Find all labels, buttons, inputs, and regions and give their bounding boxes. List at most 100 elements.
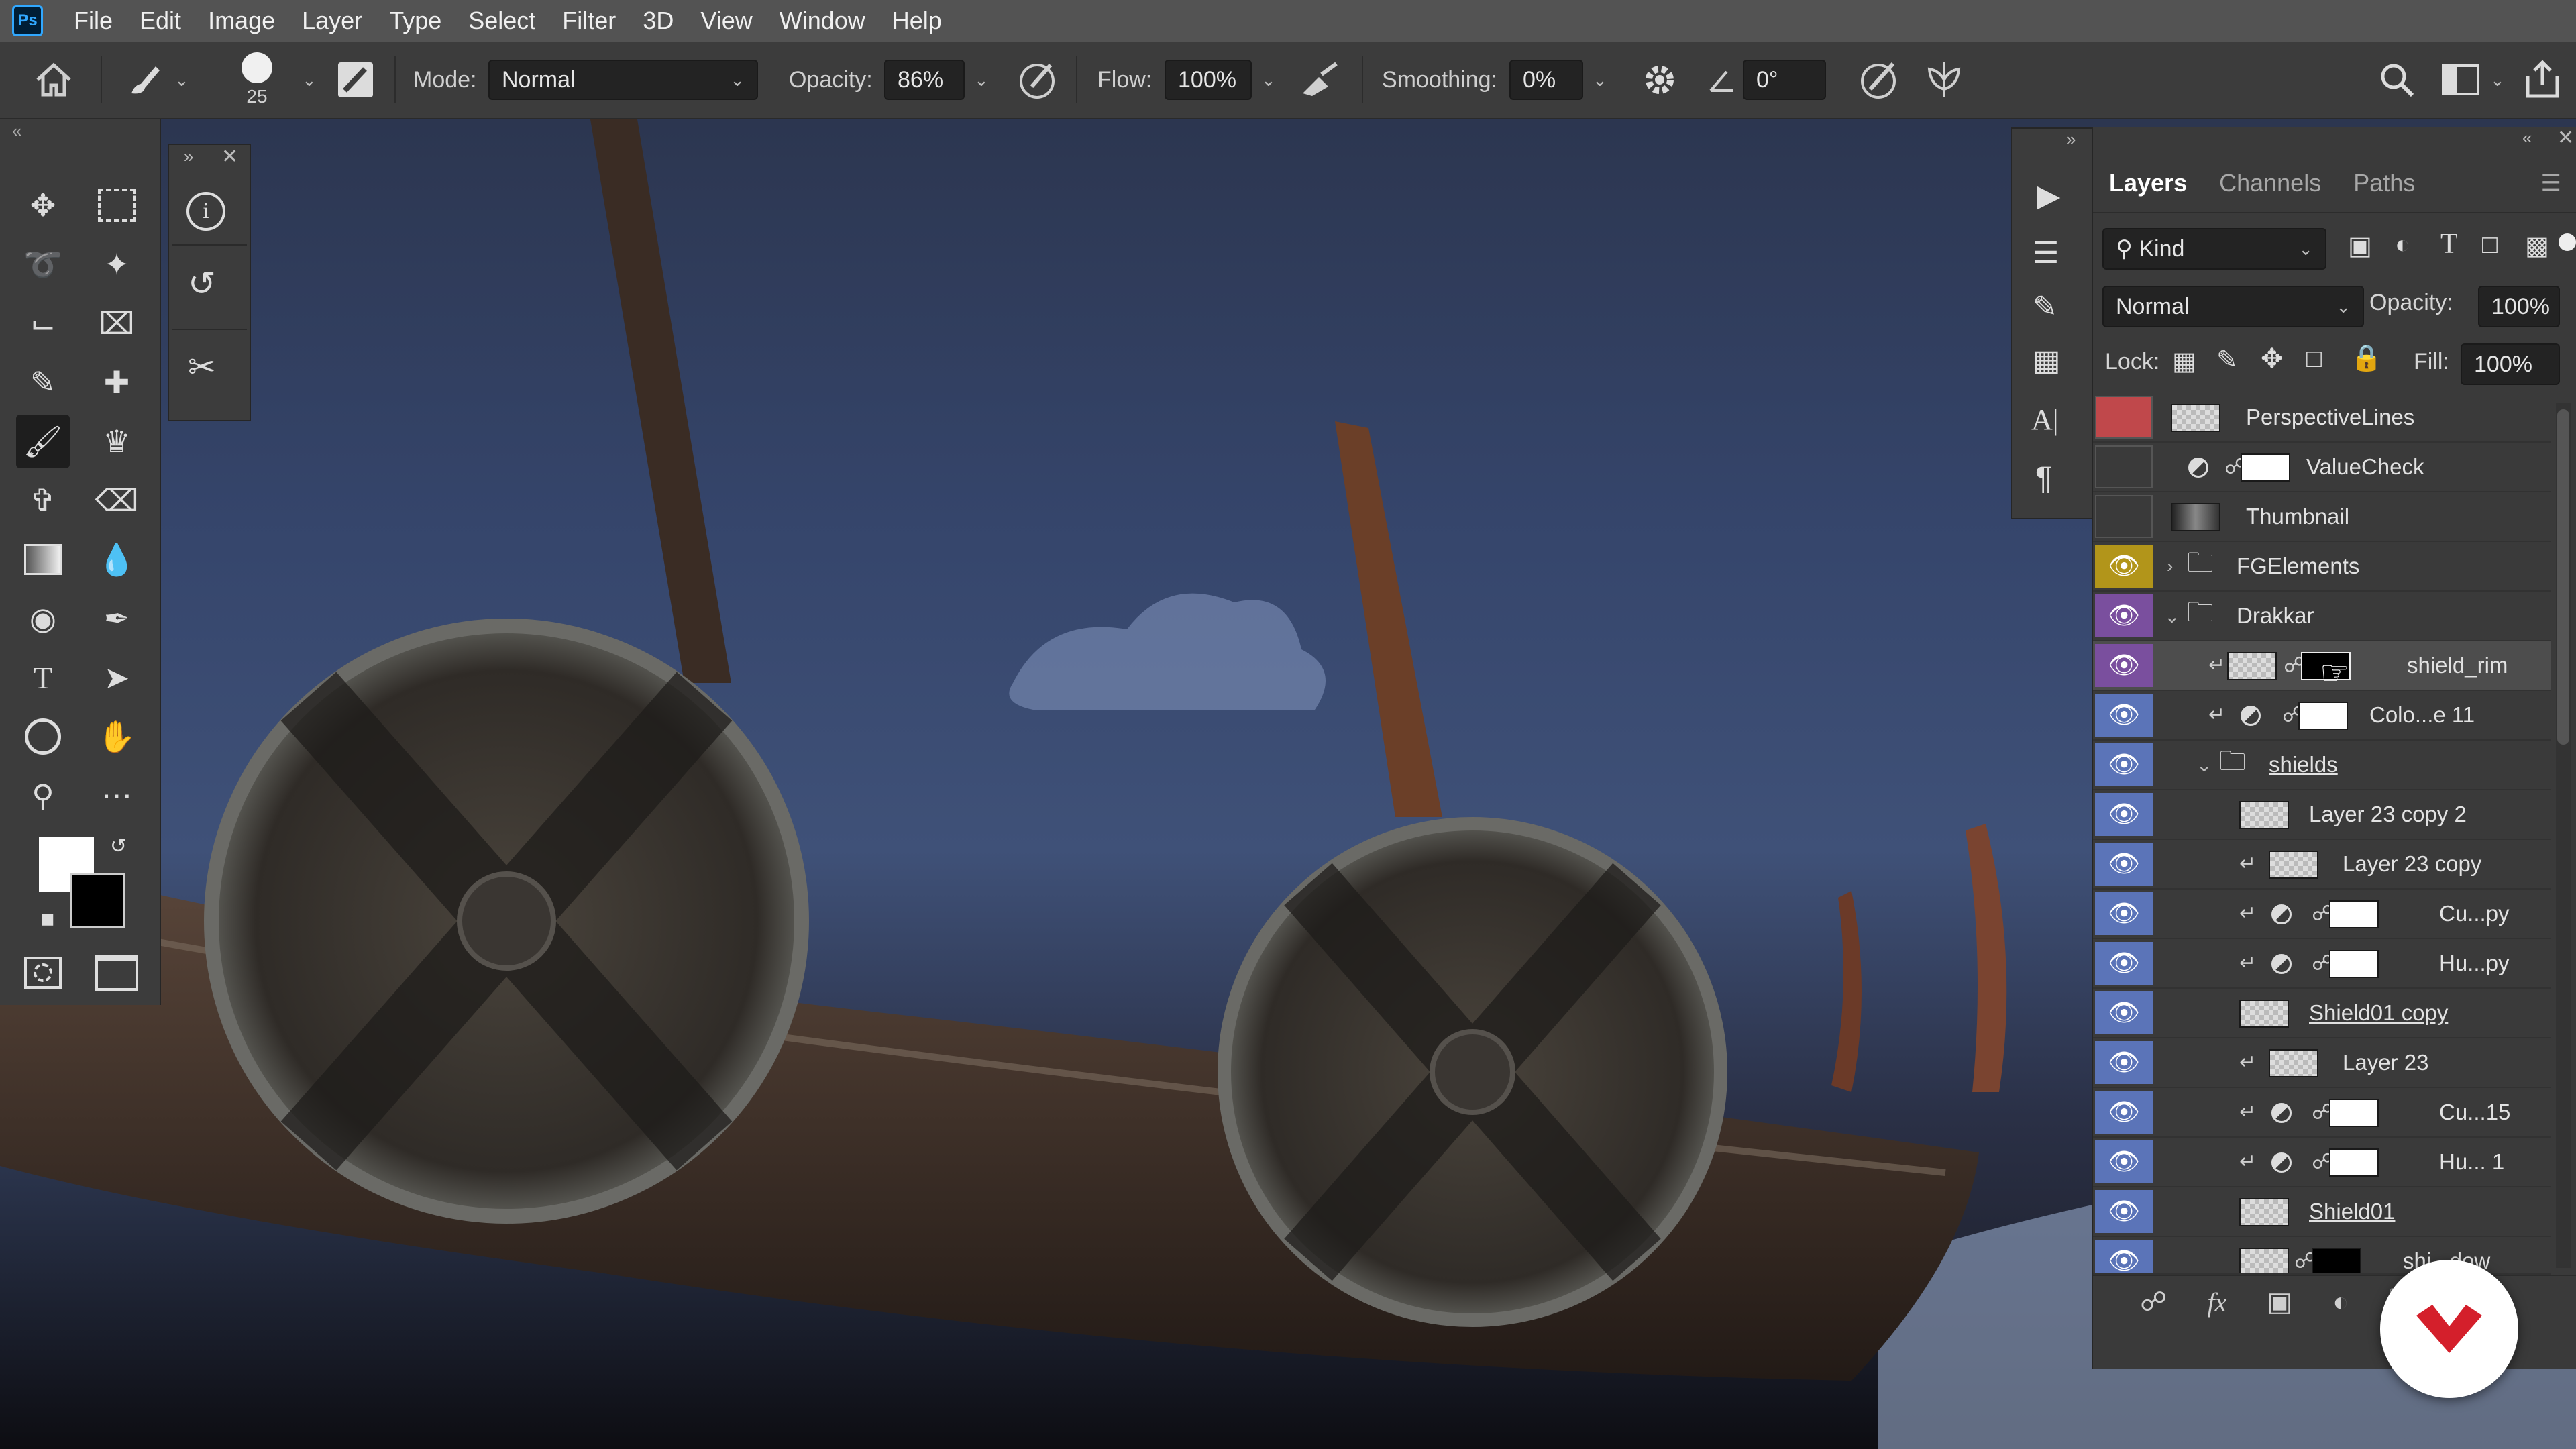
symmetry-icon[interactable] <box>1923 42 1966 118</box>
layer-group-row[interactable]: 👁 › 🗀 FGElements <box>2093 542 2551 592</box>
chevron-down-icon[interactable]: ⌄ <box>2164 592 2180 640</box>
visibility-toggle[interactable]: 👁 <box>2095 1041 2153 1084</box>
fill-input[interactable]: 100% <box>2461 343 2560 385</box>
lock-transparency-icon[interactable]: ▦ <box>2172 346 2196 376</box>
filter-adjustment-icon[interactable]: ◐ <box>2395 231 2410 260</box>
quick-mask-icon[interactable] <box>16 946 70 1000</box>
mode-dropdown[interactable]: Normal ⌄ <box>488 60 758 100</box>
visibility-toggle[interactable]: 👁 <box>2095 694 2153 737</box>
flow-input[interactable]: 100% <box>1165 60 1252 100</box>
filter-shape-icon[interactable]: □ <box>2482 231 2498 260</box>
visibility-toggle[interactable]: 👁 <box>2095 1091 2153 1134</box>
history-icon[interactable]: ↺ <box>188 264 216 303</box>
eyedropper-icon[interactable]: ✎ <box>16 356 70 409</box>
layer-row[interactable]: 👁 ↵ ☍ Cu...15 <box>2093 1088 2551 1138</box>
chevron-down-icon[interactable]: ⌄ <box>1593 70 1607 91</box>
default-colors-icon[interactable]: ◼ <box>40 908 55 929</box>
layer-row[interactable]: 👁 ↵ Layer 23 <box>2093 1038 2551 1088</box>
more-tools-icon[interactable]: ⋯ <box>90 769 144 822</box>
brush-size-picker[interactable]: 25 <box>241 42 272 118</box>
visibility-toggle[interactable]: 👁 <box>2095 1190 2153 1233</box>
lock-artboard-icon[interactable]: □ <box>2306 345 2322 374</box>
fx-icon[interactable]: fx <box>2208 1287 2227 1318</box>
swap-colors-icon[interactable]: ↺ <box>110 835 127 858</box>
collapse-icon[interactable]: « <box>2522 127 2532 148</box>
paragraph-icon[interactable]: ¶ <box>2035 460 2053 497</box>
brush-tool-icon[interactable]: 🖌 <box>16 415 70 468</box>
photoshop-logo[interactable]: Ps <box>12 5 43 36</box>
zoom-tool-icon[interactable]: ⚲ <box>16 769 70 822</box>
screen-mode-icon[interactable] <box>90 946 144 1000</box>
layer-row[interactable]: 👁 ↵ ☍ Hu...py <box>2093 939 2551 989</box>
dodge-tool-icon[interactable]: ◉ <box>16 592 70 645</box>
history-brush-icon[interactable]: ✞ <box>16 474 70 527</box>
layer-row[interactable]: 👁 Shield01 copy <box>2093 989 2551 1038</box>
layer-row[interactable]: 👁 Layer 23 copy 2 <box>2093 790 2551 840</box>
visibility-toggle[interactable]: 👁 <box>2095 1140 2153 1183</box>
expand-icon[interactable]: » <box>2066 129 2076 150</box>
collapse-icon[interactable]: « <box>12 121 21 142</box>
chevron-right-icon[interactable]: › <box>2167 542 2173 590</box>
stamp-tool-icon[interactable]: ♛ <box>90 415 144 468</box>
actions-play-icon[interactable]: ▶ <box>2037 177 2060 213</box>
libraries-icon[interactable]: ▦ <box>2033 343 2061 378</box>
layer-row[interactable]: 👁 Shield01 <box>2093 1187 2551 1237</box>
close-icon[interactable]: ✕ <box>2557 126 2574 150</box>
layer-opacity-input[interactable]: 100% <box>2478 286 2560 327</box>
lock-position-icon[interactable]: ✥ <box>2261 343 2284 374</box>
chevron-down-icon[interactable]: ⌄ <box>2196 741 2212 789</box>
chevron-down-icon[interactable]: ⌄ <box>2490 70 2505 91</box>
marquee-tool-icon[interactable] <box>90 178 144 232</box>
brush-preset-icon[interactable]: ⌄ <box>125 42 189 118</box>
workspace-icon[interactable]: ⌄ <box>2440 42 2505 118</box>
chevron-down-icon[interactable]: ⌄ <box>174 70 189 91</box>
visibility-toggle[interactable]: 👁 <box>2095 594 2153 637</box>
visibility-toggle[interactable]: 👁 <box>2095 743 2153 786</box>
expand-icon[interactable]: » <box>184 146 193 167</box>
menu-view[interactable]: View <box>687 7 765 35</box>
new-adjustment-icon[interactable]: ◐ <box>2332 1287 2349 1318</box>
pressure-size-icon[interactable] <box>1858 42 1901 118</box>
frame-tool-icon[interactable]: ⌧ <box>90 297 144 350</box>
brushes-icon[interactable]: ✎ <box>2033 290 2057 324</box>
layer-row[interactable]: ☍ ValueCheck <box>2093 443 2551 492</box>
layers-scrollbar[interactable] <box>2556 402 2571 1268</box>
visibility-toggle[interactable] <box>2095 396 2153 439</box>
brush-settings-panel-icon[interactable]: ✂ <box>188 347 216 386</box>
chevron-down-icon[interactable]: ⌄ <box>1261 70 1276 91</box>
menu-edit[interactable]: Edit <box>126 7 195 35</box>
menu-select[interactable]: Select <box>455 7 549 35</box>
visibility-toggle[interactable] <box>2095 495 2153 538</box>
character-icon[interactable]: A| <box>2031 402 2059 437</box>
pen-tool-icon[interactable]: ✒ <box>90 592 144 645</box>
menu-window[interactable]: Window <box>766 7 879 35</box>
chevron-down-icon[interactable]: ⌄ <box>302 70 317 91</box>
path-selection-icon[interactable]: ➤ <box>90 651 144 704</box>
layer-group-row[interactable]: 👁 ⌄ 🗀 Drakkar <box>2093 592 2551 641</box>
panel-menu-icon[interactable]: ☰ <box>2525 154 2576 212</box>
chevron-down-icon[interactable]: ⌄ <box>974 70 989 91</box>
menu-file[interactable]: File <box>60 7 126 35</box>
magic-wand-icon[interactable]: ✦ <box>90 237 144 291</box>
visibility-toggle[interactable]: 👁 <box>2095 793 2153 836</box>
layer-row-selected[interactable]: 👁 ↵ ☍ ☞ shield_rim <box>2093 641 2551 692</box>
menu-type[interactable]: Type <box>376 7 455 35</box>
brush-settings-icon[interactable] <box>335 42 376 118</box>
type-tool-icon[interactable]: T <box>16 651 70 704</box>
menu-3d[interactable]: 3D <box>629 7 687 35</box>
visibility-toggle[interactable]: 👁 <box>2095 892 2153 935</box>
filter-smart-object-icon[interactable]: ▩ <box>2525 231 2549 261</box>
blend-mode-dropdown[interactable]: Normal ⌄ <box>2102 286 2364 327</box>
adjustments-icon[interactable]: ☰ <box>2033 236 2059 270</box>
blur-tool-icon[interactable]: 💧 <box>90 533 144 586</box>
menu-layer[interactable]: Layer <box>288 7 376 35</box>
info-icon[interactable]: i <box>186 192 225 231</box>
visibility-toggle[interactable]: 👁 <box>2095 1240 2153 1273</box>
background-color-swatch[interactable] <box>70 873 125 928</box>
search-icon[interactable] <box>2377 42 2416 118</box>
visibility-toggle[interactable]: 👁 <box>2095 991 2153 1034</box>
visibility-toggle[interactable]: 👁 <box>2095 843 2153 885</box>
lock-pixels-icon[interactable]: ✎ <box>2216 345 2238 375</box>
visibility-toggle[interactable]: 👁 <box>2095 545 2153 588</box>
tab-layers[interactable]: Layers <box>2093 154 2204 212</box>
